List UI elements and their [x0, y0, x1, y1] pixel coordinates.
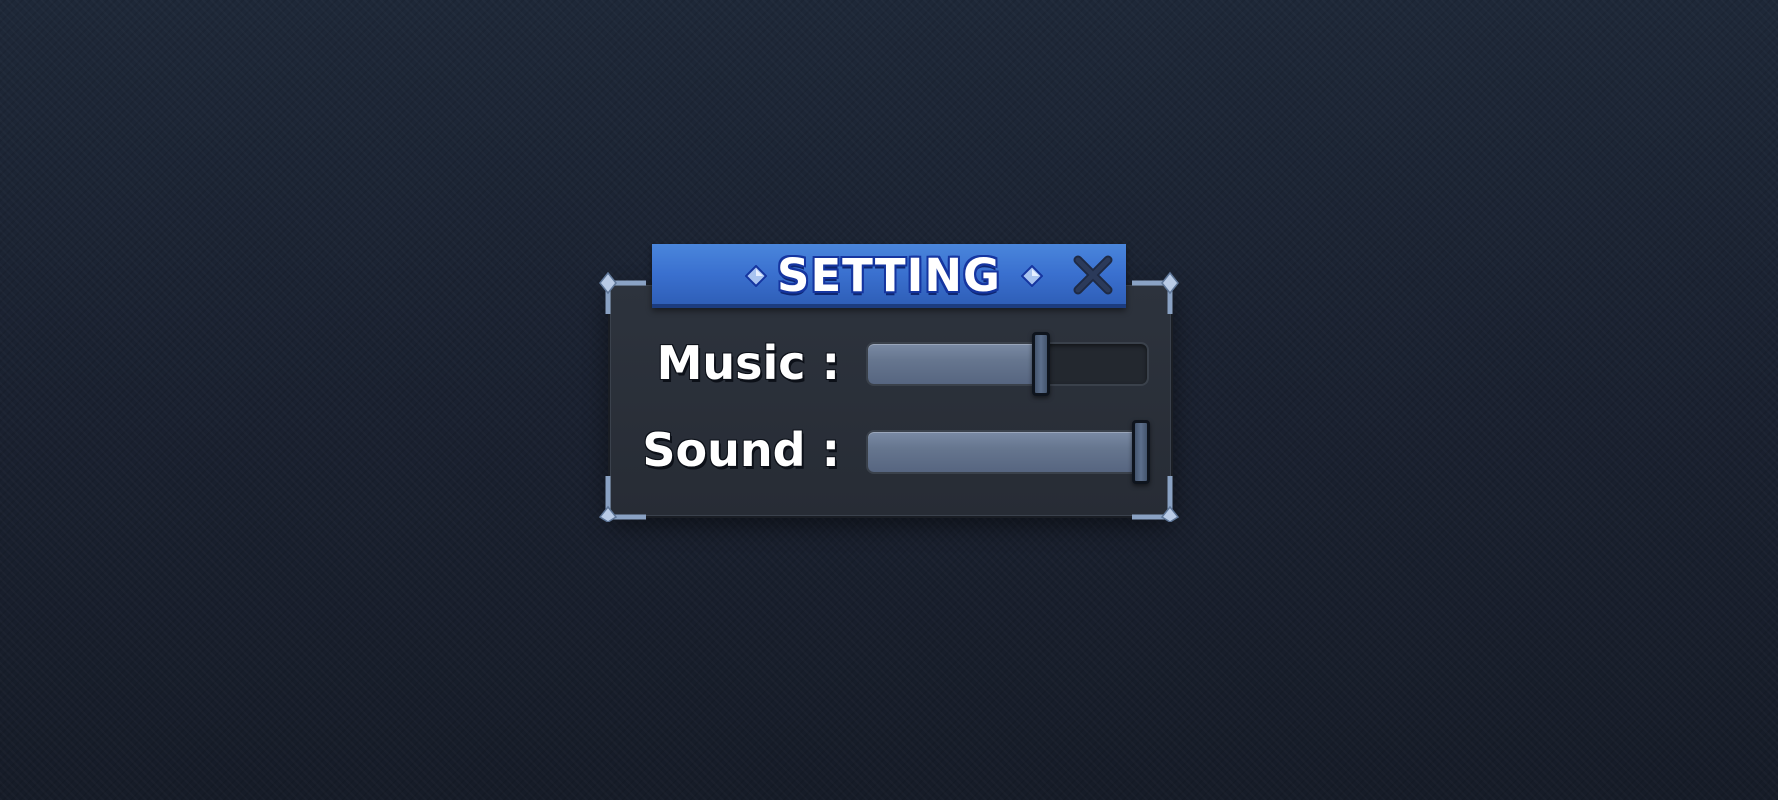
music-label: Music :: [656, 336, 840, 390]
music-slider-fill: [868, 344, 1041, 384]
settings-panel: [608, 283, 1173, 518]
title-banner: SETTING: [652, 244, 1126, 308]
corner-ornament-top-right: [1132, 268, 1184, 314]
close-button[interactable]: [1070, 252, 1116, 298]
music-volume-slider[interactable]: [866, 332, 1149, 396]
sound-label: Sound :: [642, 423, 840, 477]
sound-slider-fill: [868, 432, 1141, 472]
sound-slider-handle[interactable]: [1132, 420, 1150, 484]
corner-ornament-top-left: [594, 268, 646, 314]
close-x-icon: [1073, 255, 1113, 295]
diamond-gem-icon: [1020, 264, 1044, 288]
dialog-title: SETTING: [777, 249, 1001, 302]
music-slider-handle[interactable]: [1032, 332, 1050, 396]
corner-ornament-bottom-left: [594, 476, 646, 522]
sound-volume-slider[interactable]: [866, 420, 1150, 484]
